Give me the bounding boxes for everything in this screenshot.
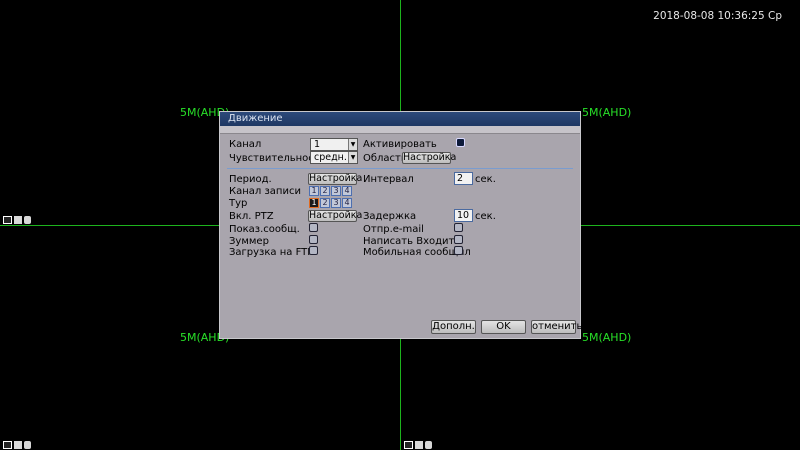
write-log-checkbox[interactable]	[454, 235, 463, 244]
period-setup-button[interactable]: Настройка	[308, 173, 362, 185]
camera-3-status-icons	[3, 441, 31, 449]
buzzer-label: Зуммер	[229, 236, 269, 247]
tour-channel-3[interactable]: 3	[331, 198, 341, 208]
channel-select[interactable]: 1 ▼	[310, 138, 358, 151]
tour-channel-group: 1 2 3 4	[309, 198, 352, 208]
ftp-upload-label: Загрузка на FTP	[229, 247, 314, 258]
sensitivity-select[interactable]: средн. ▼	[310, 151, 358, 164]
mobile-message-checkbox[interactable]	[454, 246, 463, 255]
interval-label: Интервал	[363, 174, 414, 185]
send-email-checkbox[interactable]	[454, 223, 463, 232]
area-label: Область	[363, 153, 407, 164]
motion-dialog: Движение Канал 1 ▼ Активировать Чувствит…	[219, 111, 582, 339]
record-channel-label: Канал записи	[229, 186, 301, 197]
speaker-icon	[14, 216, 22, 224]
record-channel-2[interactable]: 2	[320, 186, 330, 196]
buzzer-checkbox[interactable]	[309, 235, 318, 244]
dropdown-arrow-icon: ▼	[348, 139, 357, 150]
camera-icon	[425, 441, 432, 449]
tour-channel-1[interactable]: 1	[309, 198, 319, 208]
activate-label: Активировать	[363, 139, 437, 150]
record-channel-3[interactable]: 3	[331, 186, 341, 196]
advanced-button[interactable]: Дополн.	[431, 320, 476, 334]
ftp-upload-checkbox[interactable]	[309, 246, 318, 255]
delay-unit: сек.	[475, 211, 496, 222]
sensitivity-value: средн.	[314, 152, 347, 163]
ptz-label: Вкл. PTZ	[229, 211, 274, 222]
record-channel-4[interactable]: 4	[342, 186, 352, 196]
section-divider	[227, 168, 573, 169]
camera-icon	[24, 216, 31, 224]
tour-channel-4[interactable]: 4	[342, 198, 352, 208]
camera-4-label: 5M(AHD)	[582, 331, 632, 344]
record-icon	[3, 441, 12, 449]
camera-1-status-icons	[3, 216, 31, 224]
dropdown-arrow-icon: ▼	[348, 152, 357, 163]
send-email-label: Отпр.e-mail	[363, 224, 424, 235]
delay-label: Задержка	[363, 211, 417, 222]
record-channel-group: 1 2 3 4	[309, 186, 352, 196]
period-label: Период.	[229, 174, 272, 185]
ok-button[interactable]: OK	[481, 320, 526, 334]
show-message-checkbox[interactable]	[309, 223, 318, 232]
record-icon	[3, 216, 12, 224]
camera-4-status-icons	[404, 441, 432, 449]
speaker-icon	[415, 441, 423, 449]
record-icon	[404, 441, 413, 449]
write-log-label: Написать Входить	[363, 236, 461, 247]
camera-icon	[24, 441, 31, 449]
camera-2-label: 5M(AHD)	[582, 106, 632, 119]
speaker-icon	[14, 441, 22, 449]
ptz-setup-button[interactable]: Настройка	[308, 210, 362, 222]
channel-label: Канал	[229, 139, 262, 150]
interval-input[interactable]: 2	[454, 172, 473, 185]
area-setup-button[interactable]: Настройка	[402, 152, 456, 164]
dialog-titlebar[interactable]: Движение	[220, 112, 580, 126]
show-message-label: Показ.сообщ.	[229, 224, 300, 235]
tour-channel-2[interactable]: 2	[320, 198, 330, 208]
channel-value: 1	[314, 139, 321, 150]
dialog-header-strip	[220, 126, 580, 134]
tour-label: Тур	[229, 198, 248, 209]
interval-unit: сек.	[475, 174, 496, 185]
delay-input[interactable]: 10	[454, 209, 473, 222]
cancel-button[interactable]: отменить	[531, 320, 582, 334]
activate-checkbox[interactable]	[456, 138, 465, 147]
system-datetime: 2018-08-08 10:36:25 Ср	[653, 10, 782, 22]
record-channel-1[interactable]: 1	[309, 186, 319, 196]
